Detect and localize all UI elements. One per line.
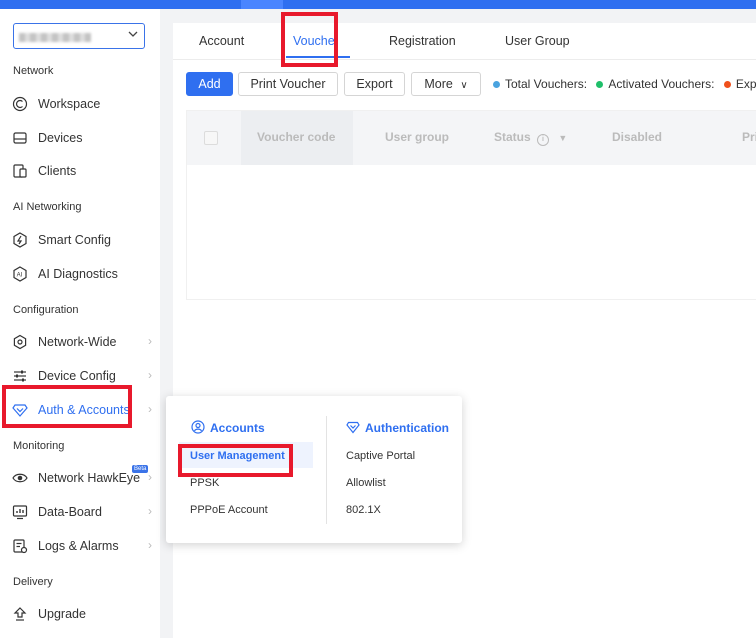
sidebar: Network Workspace Devices Clients AI Net… [0, 9, 160, 638]
sidebar-item-label: Network HawkEye [38, 471, 141, 485]
workspace-icon [12, 96, 28, 112]
sidebar-item-data-board[interactable]: Data-Board › [0, 498, 160, 526]
sidebar-item-label: Auth & Accounts [38, 403, 130, 417]
sidebar-item-device-config[interactable]: Device Config › [0, 362, 160, 390]
main-content: Account Vouche Registration User Group A… [173, 23, 756, 638]
hawkeye-icon [12, 470, 28, 486]
user-icon [191, 420, 205, 434]
tab-voucher[interactable]: Vouche [293, 34, 335, 48]
section-network: Network [13, 65, 54, 77]
chevron-right-icon: › [148, 504, 152, 518]
clients-icon [12, 163, 28, 179]
tab-user-group[interactable]: User Group [505, 34, 570, 48]
more-button[interactable]: More ∨ [411, 72, 481, 96]
column-voucher-code[interactable]: Voucher code [257, 130, 335, 144]
chevron-right-icon: › [148, 334, 152, 348]
column-status-label: Status [494, 130, 531, 144]
section-delivery: Delivery [13, 576, 53, 588]
sidebar-item-label: AI Diagnostics [38, 267, 118, 281]
svg-text:AI: AI [17, 273, 23, 279]
table-header: Voucher code User group Status i ▼ Disab… [187, 111, 756, 165]
sidebar-item-network-hawkeye[interactable]: Network HawkEye Beta › [0, 464, 160, 492]
sidebar-item-upgrade[interactable]: Upgrade [0, 600, 160, 628]
activated-dot-icon [596, 81, 604, 88]
sidebar-item-workspace[interactable]: Workspace [0, 90, 160, 118]
sidebar-item-label: Devices [38, 131, 83, 145]
sidebar-item-devices[interactable]: Devices [0, 124, 160, 152]
section-ai-networking: AI Networking [13, 201, 82, 213]
logs-alarms-icon [12, 538, 28, 554]
sidebar-item-network-wide[interactable]: Network-Wide › [0, 328, 160, 356]
chevron-right-icon: › [148, 538, 152, 552]
voucher-table: Voucher code User group Status i ▼ Disab… [186, 110, 756, 300]
info-icon: i [537, 134, 550, 146]
auth-icon [346, 420, 360, 434]
auth-accounts-submenu: Accounts Authentication User Management … [166, 396, 462, 543]
auth-accounts-icon [12, 402, 28, 418]
sidebar-item-clients[interactable]: Clients [0, 157, 160, 185]
total-dot-icon [493, 81, 500, 88]
top-bar [0, 0, 756, 9]
site-name-redacted [19, 33, 91, 42]
menu-item-user-management[interactable]: User Management [190, 450, 285, 462]
top-bar-tab-marker [241, 0, 283, 9]
section-configuration: Configuration [13, 304, 79, 316]
voucher-stats: Total Vouchers: Activated Vouchers: Exp [493, 77, 756, 91]
device-config-icon [12, 368, 28, 384]
ai-diagnostics-icon: AI [12, 266, 28, 282]
sidebar-item-auth-accounts[interactable]: Auth & Accounts › [0, 396, 160, 424]
column-pri[interactable]: Pri [742, 130, 756, 144]
chevron-right-icon: › [148, 368, 152, 382]
total-vouchers-label: Total Vouchers: [505, 77, 588, 91]
column-disabled[interactable]: Disabled [612, 130, 662, 144]
column-status[interactable]: Status i ▼ [494, 130, 567, 146]
menu-item-captive-portal[interactable]: Captive Portal [346, 450, 415, 462]
upgrade-icon [12, 606, 28, 622]
expired-dot-icon [723, 81, 731, 88]
sidebar-item-logs-alarms[interactable]: Logs & Alarms › [0, 532, 160, 560]
menu-item-ppsk[interactable]: PPSK [190, 477, 219, 489]
add-button[interactable]: Add [186, 72, 233, 96]
sidebar-item-label: Logs & Alarms [38, 539, 119, 553]
sidebar-item-label: Data-Board [38, 505, 102, 519]
menu-item-pppoe-account[interactable]: PPPoE Account [190, 504, 268, 516]
activated-vouchers-label: Activated Vouchers: [608, 77, 715, 91]
sidebar-item-label: Upgrade [38, 607, 86, 621]
tab-bar: Account Vouche Registration User Group [173, 23, 756, 60]
more-button-label: More [424, 77, 453, 91]
tab-registration[interactable]: Registration [389, 34, 456, 48]
tab-account[interactable]: Account [199, 34, 244, 48]
sidebar-item-label: Workspace [38, 97, 101, 111]
expired-vouchers-label: Exp [735, 77, 756, 91]
column-divider [326, 416, 327, 524]
sidebar-item-label: Device Config [38, 369, 116, 383]
chevron-right-icon: › [148, 470, 152, 484]
export-button[interactable]: Export [344, 72, 405, 96]
section-monitoring: Monitoring [13, 440, 65, 452]
sidebar-item-label: Smart Config [38, 233, 111, 247]
sidebar-item-ai-diagnostics[interactable]: AI AI Diagnostics [0, 260, 160, 288]
sidebar-item-label: Clients [38, 164, 77, 178]
sidebar-item-label: Network-Wide [38, 335, 117, 349]
beta-badge: Beta [132, 465, 149, 473]
accounts-heading-label: Accounts [210, 421, 265, 435]
filter-icon[interactable]: ▼ [558, 133, 567, 143]
data-board-icon [12, 504, 28, 520]
network-wide-icon [12, 334, 28, 350]
menu-item-allowlist[interactable]: Allowlist [346, 477, 386, 489]
authentication-heading-label: Authentication [365, 421, 449, 435]
devices-icon [12, 130, 28, 146]
chevron-right-icon: › [148, 402, 152, 416]
active-tab-indicator [286, 56, 350, 58]
smart-config-icon [12, 232, 28, 248]
site-selector[interactable] [13, 23, 145, 49]
chevron-down-icon [127, 28, 139, 43]
menu-item-8021x[interactable]: 802.1X [346, 504, 381, 516]
column-user-group[interactable]: User group [385, 130, 449, 144]
chevron-down-icon: ∨ [460, 80, 468, 91]
select-all-checkbox[interactable] [204, 131, 218, 145]
sidebar-item-smart-config[interactable]: Smart Config [0, 226, 160, 254]
print-voucher-button[interactable]: Print Voucher [238, 72, 338, 96]
